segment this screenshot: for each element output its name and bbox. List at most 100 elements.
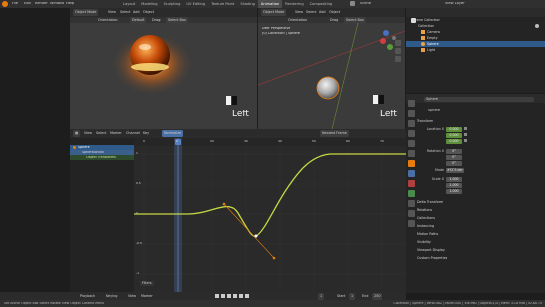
next-key-icon[interactable] (239, 294, 243, 298)
transform-section-header[interactable]: Transform (417, 118, 433, 124)
timeline-view-menu[interactable]: View (128, 293, 136, 300)
zoom-icon[interactable] (395, 40, 401, 46)
scale-z-field[interactable]: 1.000 (446, 189, 462, 194)
menu-help[interactable]: Help (66, 2, 74, 6)
object-menu-left[interactable]: Object (143, 9, 154, 16)
view-layer-tab-icon[interactable] (408, 130, 415, 137)
keyframe-point[interactable] (254, 234, 258, 238)
tool-tab-icon[interactable] (408, 100, 415, 107)
particles-tab-icon[interactable] (408, 220, 415, 227)
tab-uv-editing[interactable]: UV Editing (183, 0, 208, 8)
select-menu-left[interactable]: Select (120, 9, 130, 16)
bezier-handle-left[interactable] (222, 202, 226, 206)
location-y-field[interactable]: 0.000 (446, 133, 462, 138)
output-tab-icon[interactable] (408, 120, 415, 127)
lock-location-x-icon[interactable] (464, 127, 467, 130)
graph-area[interactable]: 1 0 20 30 40 50 60 70 1 0.5 0 -0.5 -1 Fi… (134, 138, 406, 292)
playback-menu[interactable]: Playback (80, 293, 95, 300)
tab-layout[interactable]: Layout (120, 0, 138, 8)
keying-menu[interactable]: Keying (106, 293, 117, 300)
outliner-item-light[interactable]: Light (427, 47, 435, 53)
object-menu-right[interactable]: Object (329, 9, 340, 16)
visibility-eye-icon[interactable] (535, 24, 539, 28)
tab-texture-paint[interactable]: Texture Paint (208, 0, 237, 8)
section-visibility[interactable]: Visibility (417, 239, 431, 245)
mode-dropdown-right[interactable]: Object Mode (261, 9, 287, 16)
location-z-field[interactable]: 0.000 (446, 139, 462, 144)
object-tab-icon[interactable] (408, 160, 415, 167)
select-menu-right[interactable]: Select (306, 9, 316, 16)
lock-location-z-icon[interactable] (464, 139, 467, 142)
tab-compositing[interactable]: Compositing (307, 0, 336, 8)
object-data-name[interactable]: Sphere (428, 109, 440, 112)
section-custom-properties[interactable]: Custom Properties (417, 255, 447, 261)
current-frame-field[interactable]: 1 (318, 293, 325, 300)
view-layer-selector[interactable]: View Layer (445, 2, 465, 6)
tab-sculpting[interactable]: Sculpting (161, 0, 184, 8)
tab-shading[interactable]: Shading (237, 0, 258, 8)
render-tab-icon[interactable] (408, 110, 415, 117)
add-menu-right[interactable]: Add (319, 9, 326, 16)
material-tab-icon[interactable] (408, 180, 415, 187)
section-relations[interactable]: Relations (417, 207, 432, 213)
section-motion-paths[interactable]: Motion Paths (417, 231, 438, 237)
viewport-rendered[interactable]: Object Mode View Select Add Object Orien… (70, 8, 257, 129)
modifier-tab-icon[interactable] (408, 170, 415, 177)
view-menu-left[interactable]: View (108, 9, 116, 16)
rotation-x-field[interactable]: 0° (446, 149, 462, 154)
end-frame-field[interactable]: 250 (372, 293, 383, 300)
object-name-field[interactable]: Sphere (424, 97, 534, 102)
jump-start-icon[interactable] (215, 294, 219, 298)
graph-select-menu[interactable]: Select (96, 130, 106, 137)
blender-logo-icon[interactable] (2, 1, 8, 7)
start-frame-field[interactable]: 1 (349, 293, 356, 300)
pan-icon[interactable] (395, 48, 401, 54)
section-collections[interactable]: Collections (417, 215, 435, 221)
pivot-dropdown[interactable]: Nearest Frame (320, 130, 349, 137)
scene-tab-icon[interactable] (408, 140, 415, 147)
location-x-field[interactable]: 0.000 (446, 127, 462, 132)
graph-marker-menu[interactable]: Marker (110, 130, 122, 137)
menu-file[interactable]: File (12, 2, 18, 6)
rotation-z-field[interactable]: 0° (446, 161, 462, 166)
scene-selector[interactable]: Scene (360, 2, 371, 6)
scale-x-field[interactable]: 1.000 (446, 177, 462, 182)
filters-popover[interactable]: Filters (140, 281, 154, 287)
rotation-mode-dropdown[interactable]: XYZ Euler (446, 168, 464, 173)
lock-location-y-icon[interactable] (464, 133, 467, 136)
jump-end-icon[interactable] (245, 294, 249, 298)
camera-view-icon[interactable] (395, 56, 401, 62)
play-reverse-icon[interactable] (227, 294, 231, 298)
graph-channel-menu[interactable]: Channel (126, 130, 140, 137)
rotation-y-field[interactable]: 0° (446, 155, 462, 160)
channel-sphere-label[interactable]: Sphere (78, 146, 90, 149)
tab-rendering[interactable]: Rendering (282, 0, 306, 8)
prev-key-icon[interactable] (221, 294, 225, 298)
graph-key-menu[interactable]: Key (143, 130, 149, 137)
tab-modeling[interactable]: Modeling (138, 0, 160, 8)
channel-action-label[interactable]: SphereAction (82, 151, 104, 154)
editor-type-icon[interactable]: ▦ (73, 130, 81, 137)
constraints-tab-icon[interactable] (408, 200, 415, 207)
menu-edit[interactable]: Edit (24, 2, 31, 6)
physics-tab-icon[interactable] (408, 210, 415, 217)
add-menu-left[interactable]: Add (133, 9, 140, 16)
fcurve-line[interactable] (134, 153, 406, 237)
viewport-solid[interactable]: Object Mode View Select Add Object Orien… (258, 8, 405, 129)
section-delta-transform[interactable]: Delta Transform (417, 199, 443, 205)
section-instancing[interactable]: Instancing (417, 223, 434, 229)
play-icon[interactable] (233, 294, 237, 298)
channel-transforms-label[interactable]: Object Transforms (86, 156, 116, 159)
menu-render[interactable]: Render (35, 2, 48, 6)
mode-dropdown-left[interactable]: Object Mode (73, 9, 99, 16)
normalize-toggle[interactable]: Normalize (162, 130, 184, 137)
section-viewport-display[interactable]: Viewport Display (417, 247, 445, 253)
data-tab-icon[interactable] (408, 190, 415, 197)
tab-animation[interactable]: Animation (257, 0, 283, 8)
scale-y-field[interactable]: 1.000 (446, 183, 462, 188)
view-menu-right[interactable]: View (295, 9, 303, 16)
menu-window[interactable]: Window (50, 2, 64, 6)
bezier-handle-right[interactable] (272, 256, 276, 260)
world-tab-icon[interactable] (408, 150, 415, 157)
timeline-marker-menu[interactable]: Marker (141, 293, 153, 300)
